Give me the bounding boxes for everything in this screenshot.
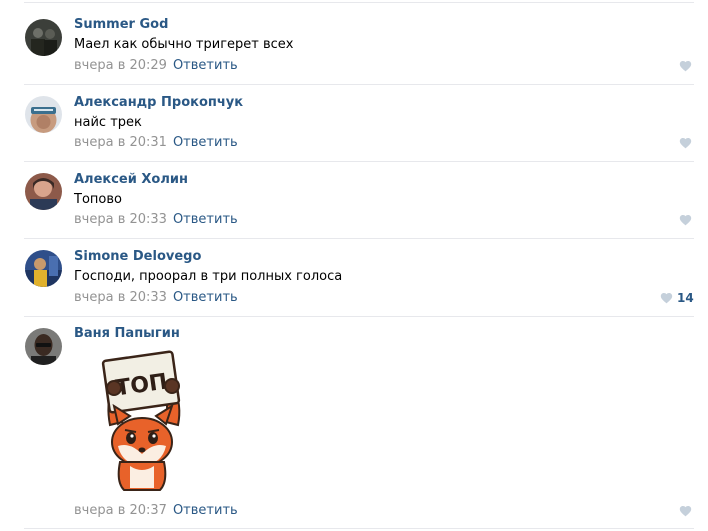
fox-sticker-image: ТОП: [101, 350, 181, 491]
avatar[interactable]: [25, 96, 62, 133]
comment-time[interactable]: вчера в 20:37: [74, 503, 167, 518]
avatar[interactable]: [25, 19, 62, 56]
avatar[interactable]: [25, 250, 62, 287]
like-button[interactable]: [679, 214, 692, 226]
comment-meta: вчера в 20:37 Ответить: [74, 503, 238, 518]
divider: [24, 161, 694, 162]
comment-author[interactable]: Ваня Папыгин: [74, 326, 180, 341]
comment-author[interactable]: Александр Прокопчук: [74, 95, 243, 110]
comment-meta: вчера в 20:33 Ответить: [74, 212, 238, 227]
like-button[interactable]: [679, 137, 692, 149]
like-count: 14: [677, 291, 694, 305]
divider: [24, 2, 694, 3]
comment-text: Топово: [74, 192, 122, 207]
reply-link[interactable]: Ответить: [173, 503, 238, 518]
reply-link[interactable]: Ответить: [173, 135, 238, 150]
comment-text: Маел как обычно тригерет всех: [74, 37, 294, 52]
heart-icon: [660, 293, 673, 304]
comment-author[interactable]: Summer God: [74, 17, 168, 32]
comment-time[interactable]: вчера в 20:33: [74, 212, 167, 227]
like-button[interactable]: [679, 60, 692, 72]
comment-time[interactable]: вчера в 20:33: [74, 290, 167, 305]
comment-time[interactable]: вчера в 20:31: [74, 135, 167, 150]
comment-author[interactable]: Алексей Холин: [74, 172, 188, 187]
heart-icon: [679, 61, 692, 72]
comment-meta: вчера в 20:31 Ответить: [74, 135, 238, 150]
reply-link[interactable]: Ответить: [173, 58, 238, 73]
avatar[interactable]: [25, 328, 62, 365]
comment-author[interactable]: Simone Delovego: [74, 249, 201, 264]
comment-text: найс трек: [74, 115, 142, 130]
heart-icon: [679, 506, 692, 517]
divider: [24, 84, 694, 85]
comment-meta: вчера в 20:29 Ответить: [74, 58, 238, 73]
like-button[interactable]: [679, 505, 692, 517]
heart-icon: [679, 215, 692, 226]
reply-link[interactable]: Ответить: [173, 290, 238, 305]
divider: [24, 238, 694, 239]
reply-link[interactable]: Ответить: [173, 212, 238, 227]
sticker[interactable]: ТОП: [92, 350, 192, 492]
comment-time[interactable]: вчера в 20:29: [74, 58, 167, 73]
comment-meta: вчера в 20:33 Ответить: [74, 290, 238, 305]
avatar[interactable]: [25, 173, 62, 210]
heart-icon: [679, 138, 692, 149]
comment-text: Господи, проорал в три полных голоса: [74, 269, 343, 284]
like-button[interactable]: 14: [660, 291, 694, 305]
divider: [24, 528, 694, 529]
divider: [24, 316, 694, 317]
